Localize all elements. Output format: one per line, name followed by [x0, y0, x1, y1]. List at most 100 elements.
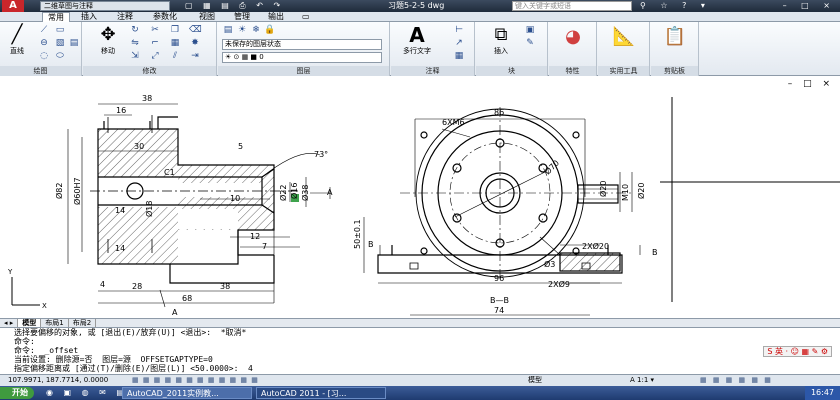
- layer-lock-icon[interactable]: 🔒: [264, 25, 276, 36]
- dim-86: 86: [494, 108, 504, 117]
- workspace-selector[interactable]: 二维草图与注释: [40, 1, 170, 11]
- table-icon[interactable]: ▦: [453, 51, 465, 62]
- tab-layout2[interactable]: 布局2: [69, 319, 97, 327]
- dim-o16: Ø16: [289, 183, 299, 199]
- command-line: 选择要偏移的对象, 或 [退出(E)/放弃(U)] <退出>: *取消*: [14, 328, 247, 337]
- layout-nav-icon[interactable]: ◂ ▸: [0, 319, 19, 327]
- clipboard-button[interactable]: 📋: [659, 26, 691, 48]
- tab-parametric[interactable]: 参数化: [148, 12, 182, 22]
- model-space-button[interactable]: 模型: [528, 375, 542, 386]
- dim-10: 10: [230, 194, 240, 203]
- create-block-icon[interactable]: ▣: [524, 25, 536, 36]
- fillet-icon[interactable]: ⌐: [149, 38, 161, 49]
- autocad-logo-icon[interactable]: A: [2, 0, 24, 12]
- rectangle-icon[interactable]: ▭: [54, 25, 66, 36]
- polyline-icon[interactable]: ⟋: [38, 25, 50, 36]
- dim-m10: M10: [621, 184, 630, 201]
- command-input[interactable]: 指定偏移距离或 [通过(T)/删除(E)/图层(L)] <50.0000>: 4: [14, 364, 840, 373]
- tab-model[interactable]: 模型: [18, 319, 42, 327]
- help-icons[interactable]: ⚲ ☆ ? ▾: [640, 0, 711, 12]
- color-wheel-icon: ◕: [565, 26, 581, 47]
- gradient-icon[interactable]: ▤: [68, 38, 80, 49]
- annotation-panel-label[interactable]: 注释: [391, 66, 474, 76]
- annotation-scale[interactable]: A 1:1 ▾: [630, 375, 654, 386]
- stretch-icon[interactable]: ⇲: [129, 51, 141, 62]
- ellipse-icon[interactable]: ⬭: [54, 51, 66, 62]
- block-panel-label[interactable]: 块: [476, 66, 547, 76]
- insert-button[interactable]: ⧉ 插入: [486, 24, 516, 56]
- extend-icon[interactable]: ⇥: [189, 51, 201, 62]
- scale-icon[interactable]: ⤢: [149, 51, 161, 62]
- mtext-button[interactable]: A 多行文字: [397, 24, 437, 56]
- document-title: 习题5-2-5 dwg: [388, 1, 445, 10]
- mtext-label: 多行文字: [403, 47, 431, 55]
- draw-panel-label[interactable]: 绘图: [0, 66, 81, 76]
- dim-38: 38: [142, 94, 152, 103]
- trim-icon[interactable]: ✂: [149, 25, 161, 36]
- drafting-toggles[interactable]: ▦ ▦ ▦ ▦ ▦ ▦ ▦ ▦ ▦ ▦ ▦ ▦: [132, 375, 259, 386]
- start-button[interactable]: 开始: [0, 387, 34, 399]
- dim-5: 5: [238, 142, 243, 151]
- tab-layout1[interactable]: 布局1: [41, 319, 69, 327]
- layer-properties-icon[interactable]: ▤: [222, 25, 234, 36]
- arc-icon[interactable]: ◌: [38, 51, 50, 62]
- tab-view[interactable]: 视图: [194, 12, 220, 22]
- move-button[interactable]: ✥ 移动: [93, 24, 123, 56]
- line-icon: ╱: [11, 24, 23, 45]
- layer-freeze-icon[interactable]: ❄: [250, 25, 262, 36]
- quick-launch-icons[interactable]: ◉ ▣ ◍ ✉ ▤: [46, 386, 128, 400]
- layer-state-dropdown[interactable]: 未保存的图层状态: [222, 39, 382, 50]
- quick-access-toolbar[interactable]: ▢ ▦ ▤ ⎙ ↶ ↷: [185, 0, 284, 12]
- line-button[interactable]: ╱ 直线: [4, 24, 30, 56]
- tab-annotate[interactable]: 注释: [112, 12, 138, 22]
- clipboard-label[interactable]: 剪贴板: [651, 66, 698, 76]
- offset-icon[interactable]: ⫽: [169, 51, 181, 62]
- viewport-controls[interactable]: – □ ×: [788, 79, 834, 89]
- drawing-canvas[interactable]: – □ × Y X 38 16 30 5 73° C1 Ø82 Ø60H7 Ø1…: [0, 77, 840, 318]
- leader-icon[interactable]: ↗: [453, 38, 465, 49]
- tab-minimize[interactable]: ▭: [297, 12, 315, 22]
- insert-block-icon: ⧉: [494, 24, 508, 45]
- task-acrobat[interactable]: AutoCAD_2011实例教...: [122, 387, 252, 399]
- task-autocad[interactable]: AutoCAD 2011 - [习...: [256, 387, 386, 399]
- dim-o60h7: Ø60H7: [72, 177, 82, 205]
- explode-icon[interactable]: ✸: [189, 38, 201, 49]
- circle-icon[interactable]: ⊖: [38, 38, 50, 49]
- tab-home[interactable]: 常用: [42, 12, 70, 22]
- utilities-button[interactable]: 📐: [608, 26, 640, 48]
- ime-toolbar[interactable]: S 英 · ☺ ▦ ✎ ⚙: [763, 346, 832, 357]
- command-window[interactable]: 选择要偏移的对象, 或 [退出(E)/放弃(U)] <退出>: *取消* 命令:…: [0, 327, 840, 374]
- edit-block-icon[interactable]: ✎: [524, 38, 536, 49]
- utilities-panel: 📐 实用工具: [598, 22, 650, 76]
- title-bar: A 二维草图与注释 ▢ ▦ ▤ ⎙ ↶ ↷ 习题5-2-5 dwg 键入关键字或…: [0, 0, 840, 12]
- utilities-label[interactable]: 实用工具: [598, 66, 649, 76]
- current-layer-dropdown[interactable]: ☀ ⊙ ▦ ■ 0: [222, 52, 382, 63]
- move-icon: ✥: [100, 24, 116, 45]
- mirror-icon[interactable]: ⇋: [129, 38, 141, 49]
- window-controls[interactable]: – □ ×: [783, 0, 836, 12]
- properties-label[interactable]: 特性: [549, 66, 596, 76]
- layers-panel-label[interactable]: 图层: [218, 66, 389, 76]
- properties-panel: ◕ 特性: [549, 22, 597, 76]
- dim-14a: 14: [115, 206, 125, 215]
- search-input[interactable]: 键入关键字或短语: [512, 1, 632, 11]
- cad-drawing: Y X 38 16 30 5 73° C1 Ø82 Ø60H7 Ø18 Ø22 …: [7, 94, 840, 317]
- copy-icon[interactable]: ❐: [169, 25, 181, 36]
- dim-2xo20: 2XØ20: [582, 241, 609, 251]
- command-line: 当前设置: 删除源=否 图层=源 OFFSETGAPTYPE=0: [14, 355, 213, 364]
- hatch-icon[interactable]: ▧: [54, 38, 66, 49]
- layer-on-icon[interactable]: ☀: [236, 25, 248, 36]
- section-bb-label: B—B: [490, 296, 509, 305]
- array-icon[interactable]: ▦: [169, 38, 181, 49]
- tab-insert[interactable]: 插入: [76, 12, 102, 22]
- tab-manage[interactable]: 管理: [229, 12, 255, 22]
- dimension-icon[interactable]: ⊢: [453, 25, 465, 36]
- tab-output[interactable]: 输出: [263, 12, 289, 22]
- section-b-right: B: [652, 248, 658, 257]
- status-tray-icons[interactable]: ▦ ▦ ▦ ▦ ▦ ▦: [700, 375, 773, 386]
- modify-panel-label[interactable]: 修改: [83, 66, 216, 76]
- erase-icon[interactable]: ⌫: [189, 25, 202, 36]
- properties-button[interactable]: ◕: [557, 26, 589, 48]
- command-line: 命令: _offset: [14, 346, 79, 355]
- rotate-icon[interactable]: ↻: [129, 25, 141, 36]
